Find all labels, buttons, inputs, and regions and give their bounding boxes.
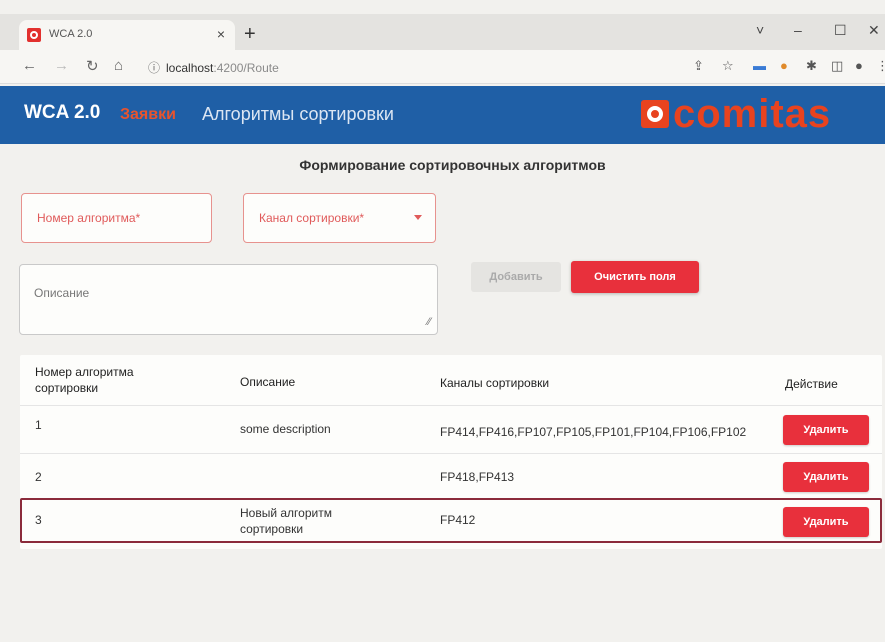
comitas-logo-mark-icon	[641, 100, 669, 128]
new-tab-icon[interactable]: +	[244, 24, 256, 44]
url-path: :4200/Route	[213, 61, 279, 75]
app-header: WCA 2.0 Заявки Алгоритмы сортировки comi…	[0, 86, 885, 144]
tab-title: WCA 2.0	[49, 28, 93, 40]
row-description: some description	[240, 422, 331, 436]
share-icon[interactable]: ⇪	[693, 58, 704, 74]
browser-address-bar: ← → ↻ ⌂ ⓘ localhost:4200/Route ⇪ ☆ ▬ ● ✱ …	[0, 50, 885, 84]
row-channels: FP414,FP416,FP107,FP105,FP101,FP104,FP10…	[440, 425, 747, 439]
dropdown-arrow-icon	[414, 215, 422, 220]
tab-search-icon[interactable]: ˅	[756, 22, 764, 38]
resize-handle-icon[interactable]: ⁄⁄	[427, 316, 431, 328]
row-number: 2	[35, 470, 42, 484]
nav-requests[interactable]: Заявки	[120, 106, 176, 124]
row-number: 1	[35, 418, 42, 432]
home-icon[interactable]: ⌂	[114, 57, 123, 74]
algorithm-number-placeholder: Номер алгоритма*	[37, 211, 141, 225]
side-panel-icon[interactable]: ◫	[831, 58, 843, 74]
delete-button[interactable]: Удалить	[783, 462, 869, 492]
row-divider	[20, 453, 882, 454]
back-icon[interactable]: ←	[22, 57, 37, 74]
profile-icon[interactable]: ●	[855, 58, 863, 73]
header-channels: Каналы сортировки	[440, 376, 550, 390]
close-tab-icon[interactable]: ×	[217, 26, 225, 42]
row-description: Новый алгоритм сортировки	[240, 506, 332, 536]
sorting-channel-select[interactable]: Канал сортировки*	[243, 193, 436, 243]
browser-tab[interactable]: WCA 2.0 ×	[19, 20, 235, 50]
clear-fields-button[interactable]: Очистить поля	[571, 261, 699, 293]
comitas-logo-text: comitas	[673, 92, 832, 136]
row-channels: FP412	[440, 513, 476, 527]
site-info-icon[interactable]: ⓘ	[148, 61, 160, 75]
extension-avatar-icon[interactable]: ●	[780, 58, 788, 73]
extensions-puzzle-icon[interactable]: ✱	[806, 58, 817, 74]
url-field[interactable]: ⓘ localhost:4200/Route	[148, 59, 279, 76]
minimize-icon[interactable]: –	[794, 22, 802, 38]
header-description: Описание	[240, 375, 296, 389]
description-field[interactable]: Описание ⁄⁄	[19, 264, 438, 335]
maximize-icon[interactable]: ☐	[834, 22, 847, 39]
browser-menu-icon[interactable]: ⋮	[876, 58, 885, 74]
add-button[interactable]: Добавить	[471, 262, 561, 292]
row-channels: FP418,FP413	[440, 470, 515, 484]
algorithm-number-field[interactable]: Номер алгоритма*	[21, 193, 212, 243]
delete-button[interactable]: Удалить	[783, 415, 869, 445]
delete-button[interactable]: Удалить	[783, 507, 869, 537]
bookmark-star-icon[interactable]: ☆	[722, 58, 734, 74]
description-placeholder: Описание	[34, 286, 90, 300]
close-window-icon[interactable]: ✕	[868, 22, 880, 39]
sorting-channel-placeholder: Канал сортировки*	[259, 211, 365, 225]
page-title: Формирование сортировочных алгоритмов	[299, 157, 606, 173]
extension-icon[interactable]: ▬	[753, 58, 766, 73]
header-algorithm-number: Номер алгоритма сортировки	[35, 365, 134, 395]
row-divider	[20, 405, 882, 406]
browser-tab-strip: WCA 2.0 × + ˅ – ☐ ✕	[0, 14, 885, 50]
app-brand[interactable]: WCA 2.0	[24, 102, 100, 124]
nav-sorting-algorithms[interactable]: Алгоритмы сортировки	[202, 104, 394, 125]
wca-favicon-icon	[27, 28, 41, 42]
reload-icon[interactable]: ↻	[86, 57, 99, 75]
url-host: localhost	[166, 61, 214, 75]
algorithms-table: Номер алгоритма сортировки Описание Кана…	[20, 355, 882, 549]
row-number: 3	[35, 513, 42, 527]
forward-icon[interactable]: →	[54, 57, 69, 74]
header-action: Действие	[785, 377, 838, 391]
